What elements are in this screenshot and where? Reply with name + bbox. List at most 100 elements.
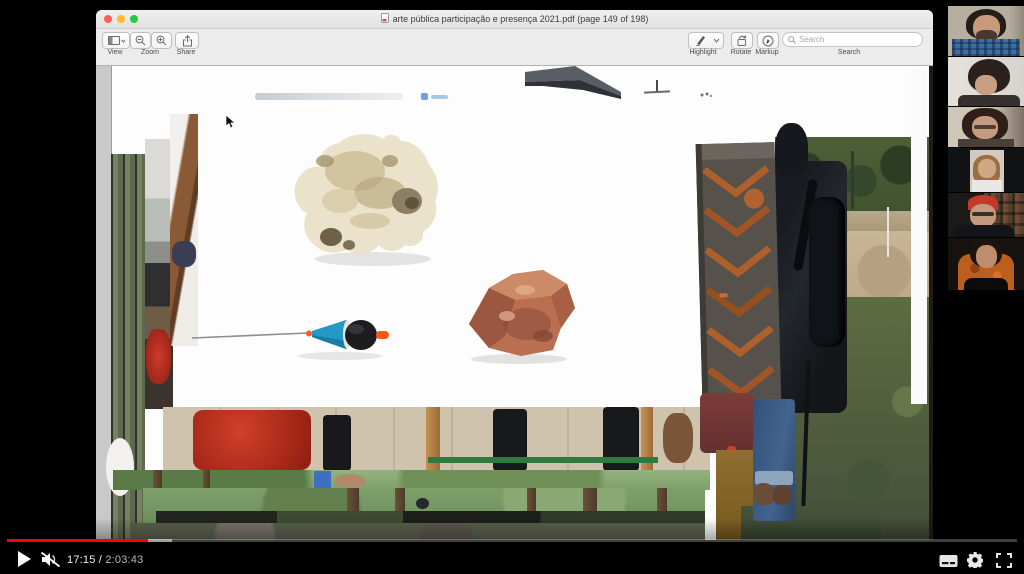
dark-knob <box>416 498 429 509</box>
window-title-text: arte pública participação e presença 202… <box>393 14 649 24</box>
highlight-dropdown-button[interactable] <box>710 32 724 49</box>
faded-blue-link <box>421 92 448 101</box>
fishing-float-photo <box>190 311 390 361</box>
participant-shoulder <box>958 95 1020 106</box>
small-mark-base <box>644 90 670 93</box>
share-label: Share <box>175 49 197 56</box>
link-icon <box>421 93 428 100</box>
window-toolbar: View Zoom Share Highlight Rotate <box>96 29 933 66</box>
mute-button[interactable] <box>40 552 61 572</box>
view-button[interactable] <box>102 32 130 49</box>
white-pole <box>887 207 889 257</box>
gear-icon <box>967 552 983 568</box>
share-icon <box>182 35 193 47</box>
boot <box>773 485 792 505</box>
markup-button[interactable] <box>757 32 779 49</box>
markup-pen-icon <box>762 35 774 47</box>
participant-video-2 <box>948 57 1024 106</box>
link-text-blur <box>431 95 448 99</box>
fence-post <box>153 470 162 490</box>
wood-post <box>426 407 440 473</box>
boot <box>754 483 775 505</box>
tree-trunk <box>851 151 854 209</box>
participant-face <box>978 159 996 178</box>
play-button[interactable] <box>18 551 31 567</box>
sidebar-icon <box>108 36 125 46</box>
current-time: 17:15 <box>67 554 96 566</box>
zoom-out-icon <box>135 35 146 46</box>
zoom-label: Zoom <box>130 49 170 56</box>
subtitles-icon <box>939 554 958 568</box>
time-display: 17:15 / 2:03:43 <box>67 554 143 566</box>
wood-post <box>641 407 653 473</box>
person-legs <box>323 415 351 471</box>
chevron-metal-plate-photo <box>696 142 782 407</box>
progress-played <box>7 539 148 542</box>
foliage-strip-1 <box>113 470 710 490</box>
share-button[interactable] <box>175 32 199 49</box>
blue-fragment <box>314 471 331 489</box>
participant-video-4 <box>948 148 1024 192</box>
rotate-label: Rotate <box>727 49 755 56</box>
settings-button[interactable] <box>967 552 983 573</box>
highlight-button[interactable] <box>688 32 712 49</box>
glasses <box>974 125 996 129</box>
highlight-label: Highlight <box>681 49 725 56</box>
tiled-floor-fragment <box>163 407 710 473</box>
progress-bar[interactable] <box>0 539 1024 542</box>
participant-video-1 <box>948 6 1024 56</box>
search-input[interactable]: Search <box>782 32 923 47</box>
person-jeans <box>753 399 795 521</box>
green-line <box>428 457 658 463</box>
zoom-in-icon <box>156 35 167 46</box>
view-label: View <box>102 49 128 56</box>
fullscreen-button[interactable] <box>996 553 1012 573</box>
window-right-edge <box>929 66 933 540</box>
participant-shoulder <box>964 278 1008 290</box>
red-rock-photo <box>455 266 590 366</box>
boot <box>663 413 693 463</box>
roofline-photo-fragment <box>525 66 621 103</box>
mouse-cursor <box>226 115 236 130</box>
search-icon <box>788 36 796 44</box>
markup-label: Markup <box>752 49 782 56</box>
subtitles-button[interactable] <box>939 554 958 573</box>
maroon-shirt-fragment <box>700 393 754 453</box>
pdf-document-icon <box>381 13 389 25</box>
window-titlebar: arte pública participação e presença 202… <box>96 10 933 29</box>
participant-face <box>976 245 997 268</box>
participant-face <box>975 75 997 95</box>
muted-volume-icon <box>40 552 61 567</box>
small-marks <box>700 92 712 97</box>
search-label: Search <box>782 49 916 56</box>
pdf-page-content <box>96 66 933 540</box>
red-machine <box>193 410 311 470</box>
participant-video-5 <box>948 193 1024 237</box>
page-right-margin <box>911 66 927 404</box>
zoom-out-button[interactable] <box>130 32 151 49</box>
zoom-in-button[interactable] <box>151 32 172 49</box>
fullscreen-icon <box>996 553 1012 568</box>
participant-shirt <box>958 139 1014 147</box>
window-title: arte pública participação e presença 202… <box>96 10 933 28</box>
participant-video-6 <box>948 238 1024 290</box>
player-controls-scrim <box>0 518 1024 574</box>
duration: 2:03:43 <box>105 554 143 566</box>
white-top <box>972 180 1002 192</box>
shoe-fragment <box>335 474 365 487</box>
faded-text-line <box>255 93 403 100</box>
backpack <box>809 197 845 347</box>
participant-shoulder <box>954 225 1014 237</box>
youtube-player: arte pública participação e presença 202… <box>0 0 1024 574</box>
navy-fragment <box>172 241 196 267</box>
participant-video-3 <box>948 107 1024 147</box>
preview-window: arte pública participação e presença 202… <box>96 10 933 540</box>
rotate-button[interactable] <box>731 32 753 49</box>
search-placeholder: Search <box>799 35 824 44</box>
chevron-down-icon <box>713 38 720 43</box>
person-head <box>775 123 808 175</box>
glasses <box>972 212 994 216</box>
rotate-icon <box>736 35 748 47</box>
plaid-shirt <box>952 39 1020 56</box>
highlighter-pen-icon <box>695 35 706 46</box>
